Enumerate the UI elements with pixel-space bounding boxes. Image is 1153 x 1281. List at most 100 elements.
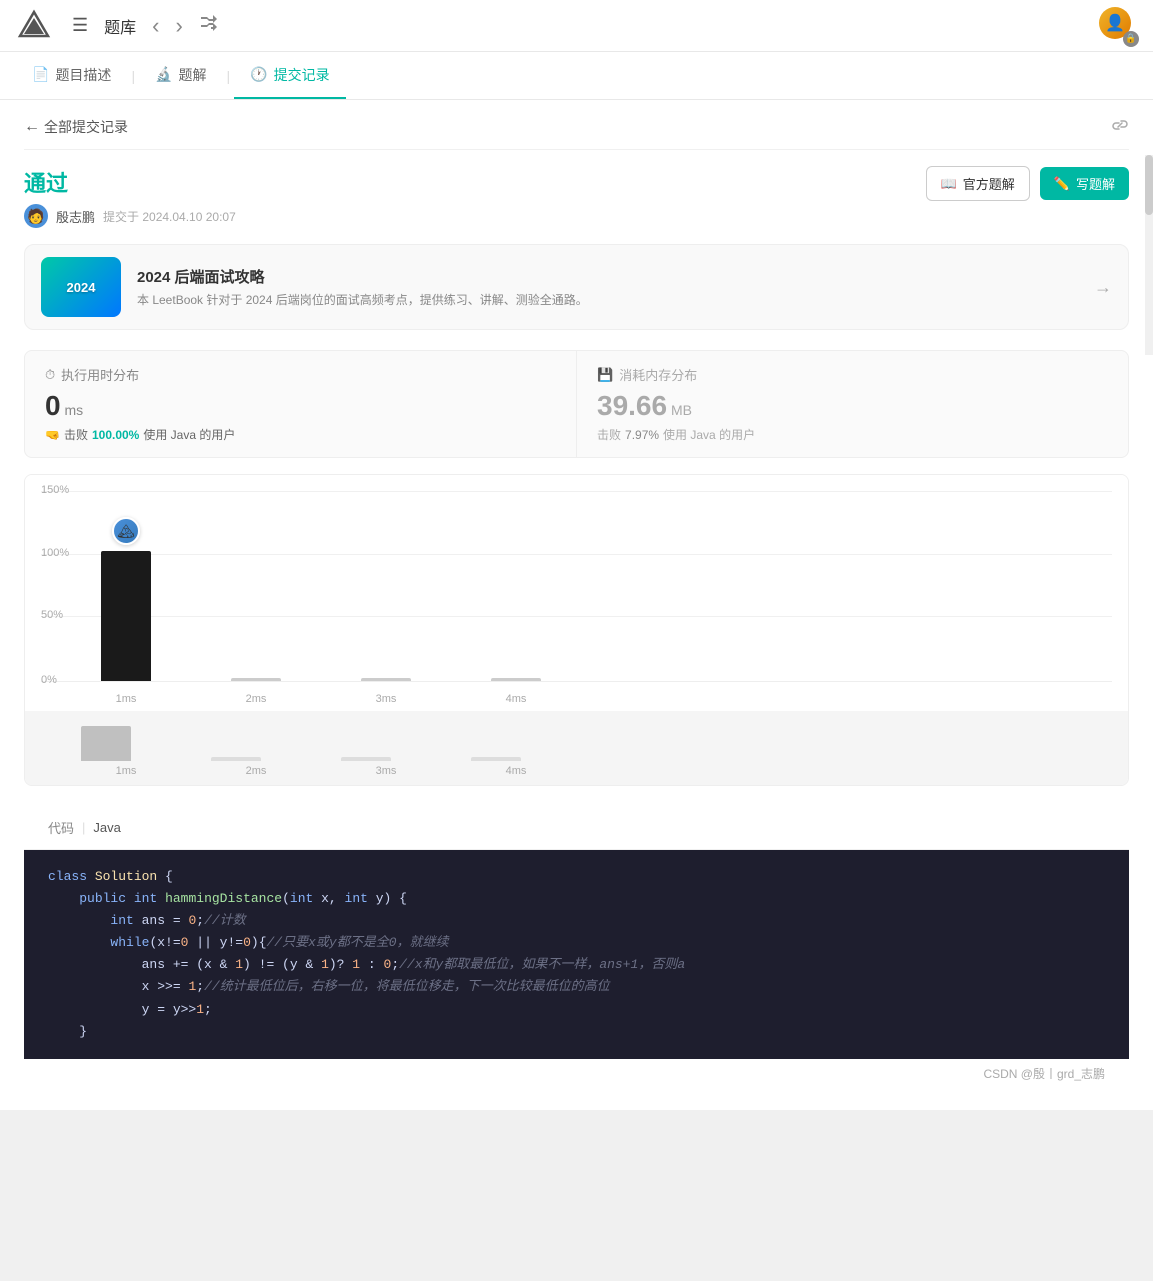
- tab-description[interactable]: 📄 题目描述: [16, 52, 127, 99]
- bar-1: [101, 551, 151, 681]
- x-label-4ms: 4ms: [491, 693, 541, 705]
- mini-bar-4: [471, 757, 521, 761]
- chart-x-labels: 1ms 2ms 3ms 4ms: [81, 693, 1112, 705]
- chart-bar-group-3: [361, 678, 411, 681]
- submitter-name: 殷志鹏: [56, 207, 95, 226]
- book-cover: 2024: [41, 257, 121, 317]
- tab-description-label: 题目描述: [55, 65, 111, 85]
- mem-unit: MB: [671, 402, 692, 418]
- time-beat-prefix: 击败: [64, 426, 88, 443]
- code-line-1: class Solution {: [48, 866, 1105, 888]
- code-line-2: public int hammingDistance(int x, int y)…: [48, 888, 1105, 910]
- y-label-0: 0%: [41, 674, 81, 686]
- book-arrow-icon: →: [1094, 277, 1112, 298]
- mem-value: 39.66: [597, 390, 667, 421]
- scrollbar-track[interactable]: [1145, 155, 1153, 355]
- mini-x-1ms: 1ms: [101, 765, 151, 777]
- time-beat-suffix: 使用 Java 的用户: [143, 426, 235, 443]
- book-open-icon: 📖: [941, 176, 957, 192]
- top-nav: ☰ 题库 ‹ › 👤 🔒: [0, 0, 1153, 52]
- code-lang: Java: [93, 820, 120, 835]
- bar-avatar: 🏔: [112, 517, 140, 545]
- tab-submissions[interactable]: 🕐 提交记录: [234, 52, 345, 99]
- submissions-content: ← 全部提交记录 通过 🧑 殷志鹏 提交于 2024.04.10 20:07: [0, 100, 1153, 1110]
- tab-bar: 📄 题目描述 | 🔬 题解 | 🕐 提交记录: [0, 52, 1153, 100]
- tab-submissions-label: 提交记录: [274, 65, 330, 85]
- chart-container: 150% 100% 50% 0%: [24, 474, 1129, 786]
- chart-upper: 150% 100% 50% 0%: [25, 475, 1128, 711]
- time-unit: ms: [64, 402, 83, 418]
- description-icon: 📄: [32, 66, 49, 83]
- code-block: class Solution { public int hammingDista…: [24, 850, 1129, 1059]
- nav-list-icon[interactable]: ☰: [72, 15, 88, 36]
- code-line-8: }: [48, 1021, 1105, 1043]
- memory-icon: 💾: [597, 367, 613, 383]
- nav-prev-arrow[interactable]: ‹: [152, 13, 159, 39]
- solution-icon: 🔬: [155, 66, 172, 83]
- mini-bar-1: [81, 726, 131, 761]
- logo[interactable]: [16, 8, 52, 44]
- official-solution-button[interactable]: 📖 官方题解: [926, 166, 1030, 201]
- scrollbar-thumb[interactable]: [1145, 155, 1153, 215]
- user-avatar-locked[interactable]: 👤 🔒: [1099, 7, 1137, 45]
- link-icon[interactable]: [1111, 116, 1129, 137]
- clock-icon: ⏱: [45, 367, 55, 383]
- mini-chart: 1ms 2ms 3ms 4ms: [25, 711, 1128, 785]
- code-line-4: while(x!=0 || y!=0){//只要x或y都不是全0，就继续: [48, 932, 1105, 954]
- write-solution-label: 写题解: [1076, 174, 1115, 193]
- bar-2: [231, 678, 281, 681]
- book-desc: 本 LeetBook 针对于 2024 后端岗位的面试高频考点，提供练习、讲解、…: [137, 291, 1094, 309]
- tab-solution[interactable]: 🔬 题解: [139, 52, 222, 99]
- chart-bar-group-1: 🏔: [101, 551, 151, 681]
- x-label-2ms: 2ms: [231, 693, 281, 705]
- mini-x-labels: 1ms 2ms 3ms 4ms: [41, 761, 1112, 777]
- back-button[interactable]: ← 全部提交记录: [24, 117, 128, 137]
- chart-bars-area: 🏔: [81, 491, 1112, 681]
- y-label-100: 100%: [41, 547, 81, 559]
- mem-beat-prefix: 击败: [597, 426, 621, 443]
- x-label-1ms: 1ms: [101, 693, 151, 705]
- nav-next-arrow[interactable]: ›: [175, 13, 182, 39]
- chart-bar-group-2: [231, 678, 281, 681]
- time-stat-title: 执行用时分布: [61, 365, 139, 384]
- mini-bar-2: [211, 757, 261, 761]
- mini-x-4ms: 4ms: [491, 765, 541, 777]
- mini-x-3ms: 3ms: [361, 765, 411, 777]
- book-card[interactable]: 2024 2024 后端面试攻略 本 LeetBook 针对于 2024 后端岗…: [24, 244, 1129, 330]
- time-stat-box: ⏱ 执行用时分布 0 ms 🤜 击败 100.00% 使用 Java 的用户: [25, 351, 577, 457]
- submission-header: 通过 🧑 殷志鹏 提交于 2024.04.10 20:07 📖 官方题解 ✏️ …: [24, 166, 1129, 228]
- x-label-3ms: 3ms: [361, 693, 411, 705]
- write-solution-button[interactable]: ✏️ 写题解: [1040, 167, 1129, 200]
- official-solution-label: 官方题解: [963, 174, 1015, 193]
- status-pass: 通过: [24, 166, 236, 198]
- code-section: 代码 | Java class Solution { public int ha…: [24, 806, 1129, 1094]
- bar-4: [491, 678, 541, 681]
- code-line-5: ans += (x & 1) != (y & 1)? 1 : 0;//x和y都取…: [48, 954, 1105, 976]
- back-arrow-icon: ←: [24, 118, 40, 136]
- submit-time: 提交于 2024.04.10 20:07: [103, 208, 236, 225]
- mem-stat-title: 消耗内存分布: [619, 365, 697, 384]
- y-label-50: 50%: [41, 609, 81, 621]
- time-beat-pct: 100.00%: [92, 428, 139, 442]
- mini-x-2ms: 2ms: [231, 765, 281, 777]
- time-value: 0: [45, 390, 61, 421]
- mini-bars-row: [41, 721, 1112, 761]
- back-row: ← 全部提交记录: [24, 116, 1129, 150]
- y-label-150: 150%: [41, 484, 81, 496]
- mem-beat-pct: 7.97%: [625, 428, 659, 442]
- nav-shuffle-icon[interactable]: [199, 15, 219, 36]
- code-line-7: y = y>>1;: [48, 999, 1105, 1021]
- mem-stat-box: 💾 消耗内存分布 39.66 MB 击败 7.97% 使用 Java 的用户: [577, 351, 1128, 457]
- code-footer: CSDN @殷丨grd_志鹏: [24, 1059, 1129, 1094]
- beat-hands-icon: 🤜: [45, 428, 60, 442]
- chart-bar-group-4: [491, 678, 541, 681]
- code-line-3: int ans = 0;//计数: [48, 910, 1105, 932]
- book-title: 2024 后端面试攻略: [137, 266, 1094, 287]
- edit-icon: ✏️: [1054, 176, 1070, 192]
- bar-3: [361, 678, 411, 681]
- code-header: 代码 | Java: [24, 806, 1129, 850]
- mini-bar-3: [341, 757, 391, 761]
- tab-solution-label: 题解: [179, 65, 207, 85]
- back-label: 全部提交记录: [44, 117, 128, 137]
- mem-beat-suffix: 使用 Java 的用户: [663, 426, 755, 443]
